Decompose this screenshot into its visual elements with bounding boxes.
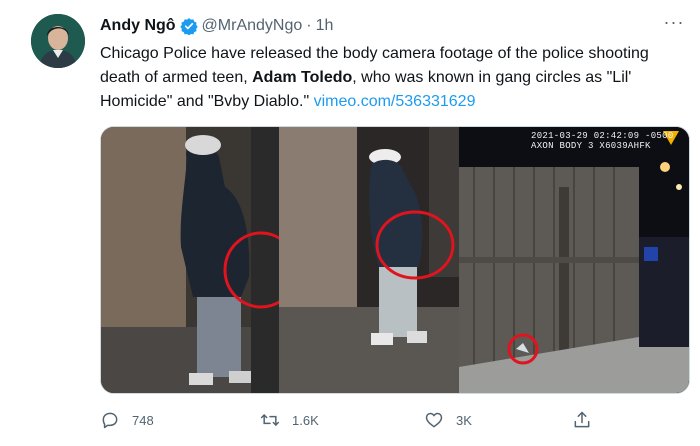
- tweet-link[interactable]: vimeo.com/536331629: [314, 93, 476, 110]
- tweet-text-bold: Adam Toledo: [252, 69, 353, 86]
- avatar[interactable]: [31, 14, 85, 68]
- reply-icon: [102, 412, 118, 429]
- share-button[interactable]: [572, 404, 604, 436]
- bodycam-overlay: 2021-03-29 02:42:09 -0500 AXON BODY 3 X6…: [531, 131, 674, 151]
- tweet-card[interactable]: Andy Ngô @MrAndyNgo · 1h ··· Chicago Pol…: [0, 0, 700, 446]
- like-button[interactable]: 3K: [424, 404, 472, 436]
- media-panel-1: [101, 127, 279, 393]
- media-panel-3: [459, 127, 689, 393]
- handle[interactable]: @MrAndyNgo: [202, 17, 303, 35]
- separator-dot: ·: [306, 17, 312, 34]
- verified-badge-icon: [179, 17, 198, 36]
- bodycam-device: AXON BODY 3 X6039AHFK: [531, 141, 651, 151]
- display-name[interactable]: Andy Ngô: [100, 17, 176, 35]
- media-image[interactable]: 2021-03-29 02:42:09 -0500 AXON BODY 3 X6…: [100, 126, 690, 394]
- like-icon: [425, 412, 443, 428]
- retweet-icon: [260, 414, 280, 426]
- bodycam-timestamp: 2021-03-29 02:42:09 -0500: [531, 131, 674, 141]
- retweet-count: 1.6K: [292, 412, 319, 428]
- timestamp[interactable]: 1h: [316, 17, 334, 35]
- retweet-button[interactable]: 1.6K: [260, 404, 319, 436]
- tweet-text: Chicago Police have released the body ca…: [100, 42, 670, 114]
- media-panel-2: [279, 127, 459, 393]
- more-options-icon[interactable]: ···: [662, 13, 686, 34]
- tweet-header: Andy Ngô @MrAndyNgo · 1h: [100, 14, 333, 38]
- tweet-actions: 748 1.6K 3K: [100, 404, 600, 436]
- reply-button[interactable]: 748: [100, 404, 154, 436]
- like-count: 3K: [456, 412, 472, 428]
- share-icon: [574, 411, 590, 428]
- reply-count: 748: [132, 412, 154, 428]
